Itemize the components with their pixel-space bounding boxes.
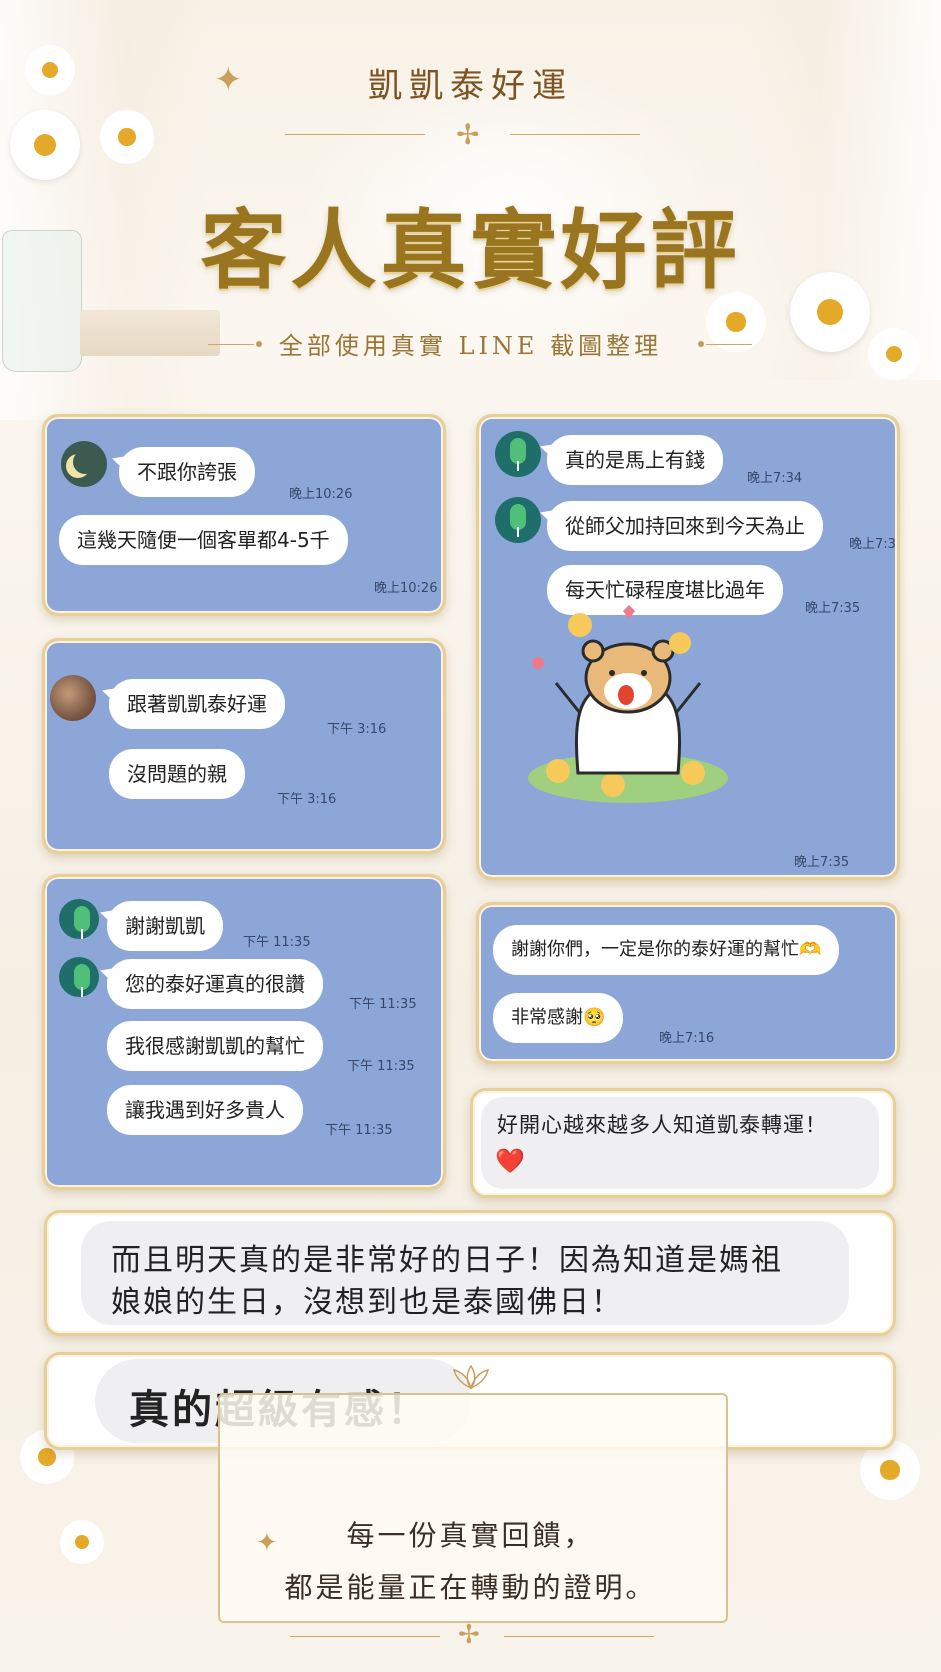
message-line: 娘娘的生日，沒想到也是泰國佛日！ <box>111 1285 623 1320</box>
brand-name: 凱凱泰好運 <box>368 66 573 106</box>
chat-card-6: 好開心越來越多人知道凱泰轉運！ ❤️ <box>470 1088 896 1198</box>
lotus-icon <box>452 1364 490 1390</box>
chat-bubble: 非常感謝🥺 <box>493 993 624 1043</box>
daisy-icon <box>100 110 154 164</box>
message-time: 晚上7:16 <box>659 1031 715 1046</box>
page: ✦ 凱凱泰好運 ✢ 客人真實好評 全部使用真實 LINE 截圖整理 不跟你誇張 … <box>0 0 941 1672</box>
ornament-line <box>285 134 425 135</box>
avatar-moon-icon <box>61 441 107 487</box>
chat-card-1: 不跟你誇張 晚上10:26 這幾天隨便一個客單都4-5千 晚上10:26 <box>42 414 446 616</box>
daisy-icon <box>10 110 80 180</box>
footer-line-1: 每一份真實回饋， <box>346 1519 595 1552</box>
ornament-line <box>290 1636 440 1637</box>
avatar-tree-icon <box>59 899 99 939</box>
chat-card-7: 而且明天真的是非常好的日子！因為知道是媽祖 娘娘的生日，沒想到也是泰國佛日！ <box>44 1210 896 1336</box>
ornament-line <box>510 134 640 135</box>
message-time: 晚上10:26 <box>289 487 353 502</box>
chat-bubble: 從師父加持回來到今天為止 <box>547 501 823 551</box>
chat-bubble: 謝謝凱凱 <box>107 901 223 951</box>
avatar-tree-icon <box>495 497 541 543</box>
message-time: 下午 11:35 <box>243 935 311 950</box>
message-time: 下午 11:35 <box>325 1123 393 1138</box>
chat-bubble: 真的是馬上有錢 <box>547 435 723 485</box>
chat-bubble: 我很感謝凱凱的幫忙 <box>107 1021 323 1071</box>
chat-card-5: 謝謝你們，一定是你的泰好運的幫忙🫶 非常感謝🥺 晚上7:16 <box>476 902 900 1064</box>
chat-bubble: 您的泰好運真的很讚 <box>107 959 323 1009</box>
page-title: 客人真實好評 <box>200 200 741 301</box>
avatar-tree-icon <box>59 957 99 997</box>
message-time: 晚上7:35 <box>805 601 861 616</box>
hamster-sticker-icon <box>528 605 728 803</box>
message-line: 而且明天真的是非常好的日子！因為知道是媽祖 <box>111 1243 783 1278</box>
ornament-dot <box>698 341 704 347</box>
message-text: 好開心越來越多人知道凱泰轉運！ <box>497 1113 827 1137</box>
chat-bubble: 而且明天真的是非常好的日子！因為知道是媽祖 娘娘的生日，沒想到也是泰國佛日！ <box>81 1221 849 1325</box>
message-time: 晚上10:26 <box>374 581 438 596</box>
ornament-line <box>504 1636 654 1637</box>
message-time: 下午 11:35 <box>347 1059 415 1074</box>
ornament-line <box>706 344 752 345</box>
chat-bubble: 好開心越來越多人知道凱泰轉運！ ❤️ <box>481 1097 879 1189</box>
chat-card-4: 謝謝凱凱 下午 11:35 您的泰好運真的很讚 下午 11:35 我很感謝凱凱的… <box>42 874 446 1190</box>
message-time: 晚上7:35 <box>794 855 850 870</box>
chat-card-2: 跟著凱凱泰好運 下午 3:16 沒問題的親 下午 3:16 <box>42 638 446 854</box>
ornament-flourish-icon: ✢ <box>458 1620 480 1650</box>
message-time: 下午 11:35 <box>349 997 417 1012</box>
heart-icon: ❤️ <box>495 1147 525 1175</box>
avatar-photo <box>50 675 96 721</box>
chat-bubble: 謝謝你們，一定是你的泰好運的幫忙🫶 <box>493 925 840 975</box>
message-time: 晚上7:3 <box>849 537 896 552</box>
page-subtitle: 全部使用真實 LINE 截圖整理 <box>278 332 663 360</box>
footer-line-2: 都是能量正在轉動的證明。 <box>284 1571 657 1604</box>
avatar-tree-icon <box>495 431 541 477</box>
message-time: 下午 3:16 <box>327 722 387 737</box>
chat-bubble: 讓我遇到好多貴人 <box>107 1085 303 1135</box>
ornament-flourish-icon: ✢ <box>456 118 480 151</box>
message-time: 下午 3:16 <box>277 792 337 807</box>
chat-bubble: 跟著凱凱泰好運 <box>109 679 285 729</box>
chat-bubble: 沒問題的親 <box>109 749 245 799</box>
chat-bubble: 這幾天隨便一個客單都4-5千 <box>59 515 348 565</box>
chat-bubble: 不跟你誇張 <box>119 447 255 497</box>
message-time: 晚上7:34 <box>747 471 803 486</box>
